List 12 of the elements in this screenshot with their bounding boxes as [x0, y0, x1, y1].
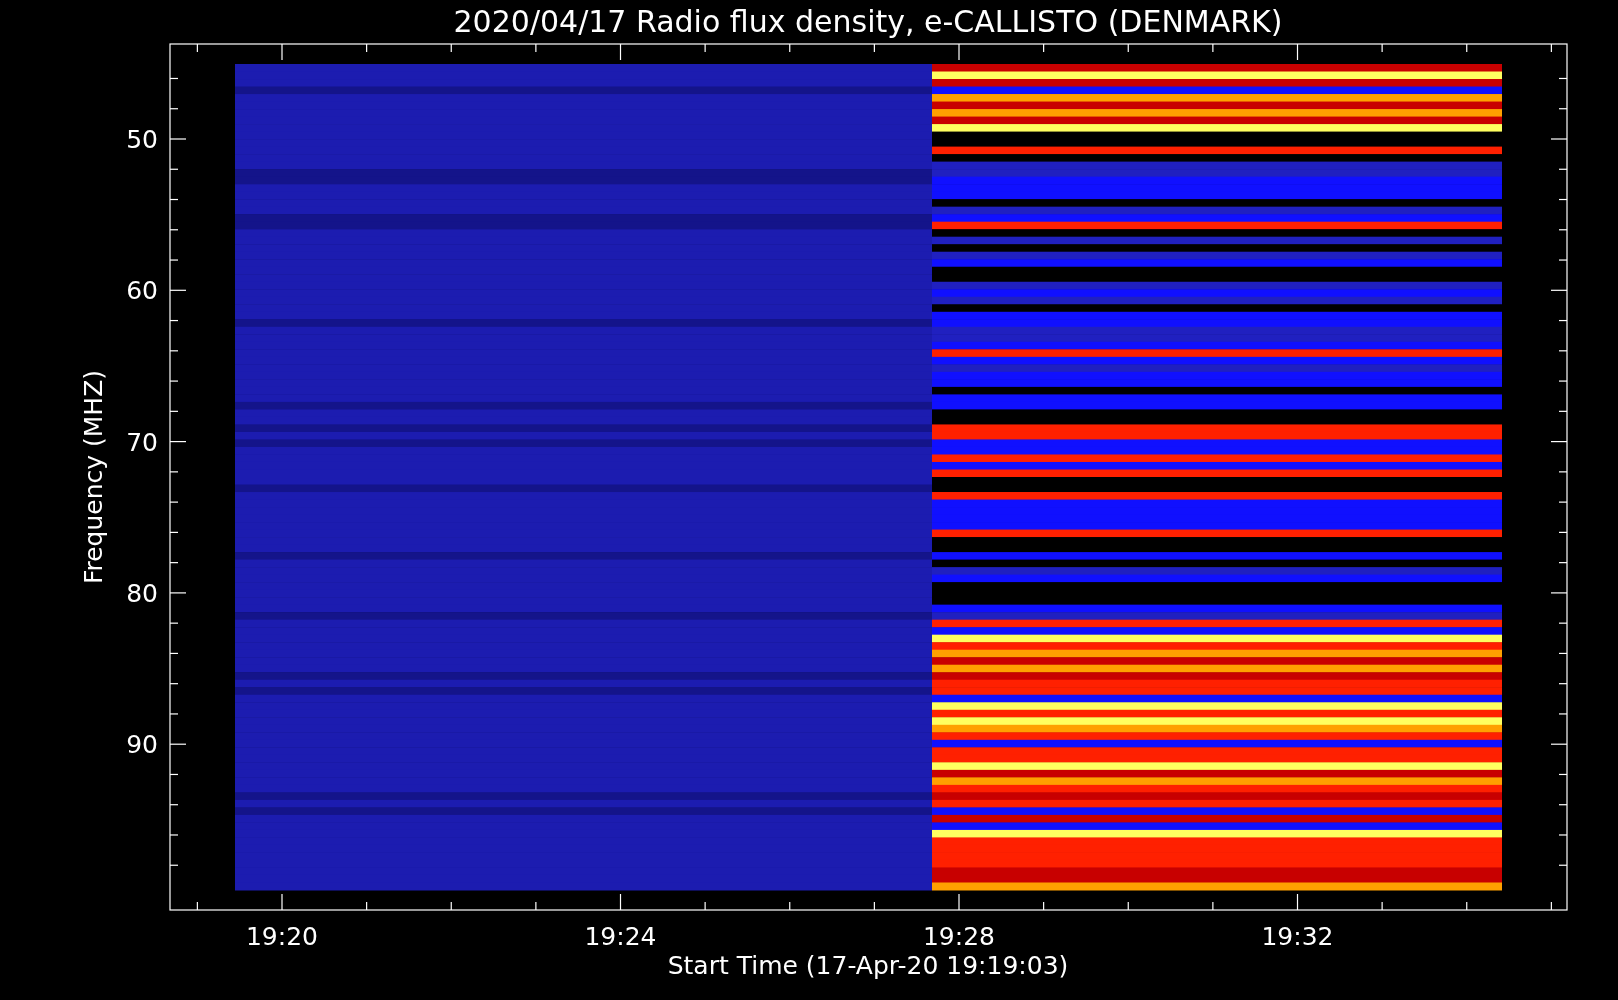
y-tick-label: 70 [126, 427, 158, 457]
chart-title: 2020/04/17 Radio flux density, e-CALLISTO (DENMARK) [453, 4, 1283, 39]
y-tick-label: 50 [126, 125, 158, 154]
x-tick-label: 19:28 [923, 922, 995, 951]
y-tick-label: 80 [126, 578, 158, 608]
y-tick-label: 60 [126, 276, 158, 306]
x-axis-label: Start Time (17-Apr-20 19:19:03) [667, 951, 1069, 980]
y-tick-label: 90 [126, 730, 158, 760]
y-axis-label: Frequency (MHZ) [79, 369, 108, 585]
x-tick-label: 19:20 [246, 922, 318, 951]
x-tick-label: 19:32 [1261, 922, 1334, 951]
x-tick-label: 19:24 [584, 922, 657, 951]
